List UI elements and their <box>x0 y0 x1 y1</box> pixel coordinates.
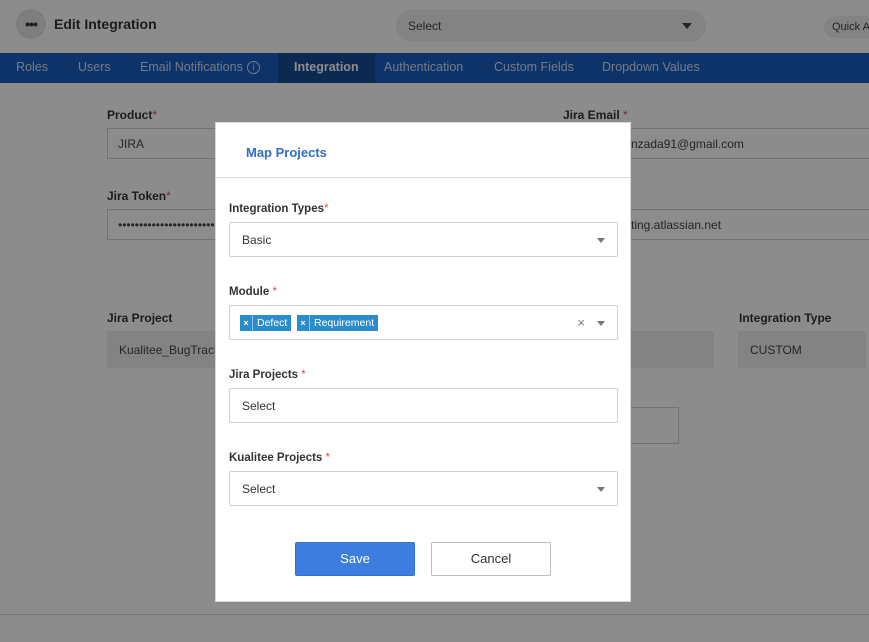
chevron-down-icon <box>597 238 605 243</box>
chevron-down-icon[interactable] <box>597 321 605 326</box>
integration-types-label: Integration Types* <box>229 203 329 215</box>
module-tag-requirement: × Requirement <box>297 315 379 331</box>
tag-remove-icon[interactable]: × <box>240 315 253 331</box>
module-multiselect[interactable]: × Defect × Requirement × <box>229 305 618 340</box>
module-tag-defect: × Defect <box>240 315 292 331</box>
module-tag-label: Defect <box>257 317 288 329</box>
jira-projects-label: Jira Projects * <box>229 369 306 381</box>
module-label: Module * <box>229 286 277 298</box>
kualitee-projects-label: Kualitee Projects * <box>229 452 331 464</box>
clear-icon[interactable]: × <box>577 315 585 330</box>
tag-remove-icon[interactable]: × <box>297 315 310 331</box>
integration-types-value: Basic <box>242 233 272 247</box>
kualitee-projects-select[interactable]: Select <box>229 471 618 506</box>
module-tag-label: Requirement <box>314 317 375 329</box>
kualitee-projects-value: Select <box>242 482 276 496</box>
integration-types-select[interactable]: Basic <box>229 222 618 257</box>
cancel-button[interactable]: Cancel <box>431 542 551 576</box>
chevron-down-icon <box>597 487 605 492</box>
jira-projects-input[interactable]: Select <box>229 388 618 423</box>
modal-title: Map Projects <box>216 123 630 178</box>
map-projects-modal: Map Projects Integration Types* Basic Mo… <box>215 122 631 602</box>
save-button[interactable]: Save <box>295 542 415 576</box>
